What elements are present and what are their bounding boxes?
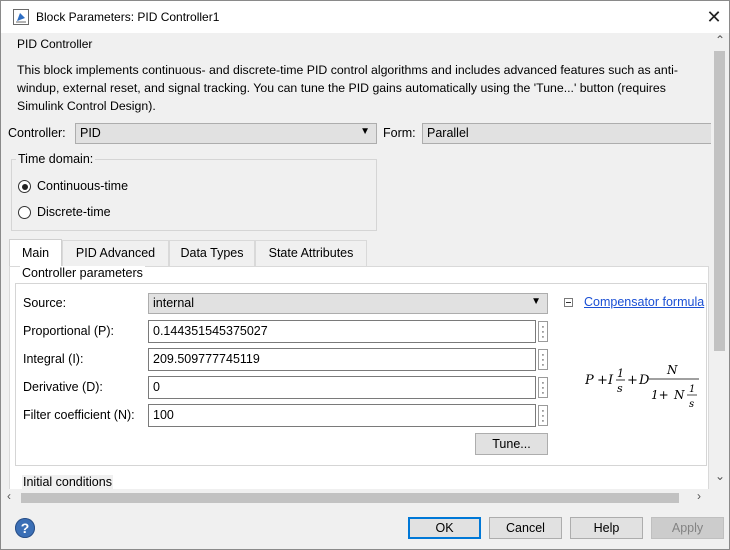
formula-plus: + — [597, 373, 608, 388]
compensator-formula: P + I 1 s + D N 1+ N 1 s — [585, 363, 699, 410]
derivative-field[interactable]: 0 — [148, 376, 536, 399]
source-value: internal — [153, 296, 194, 310]
chevron-down-icon: ▼ — [531, 296, 541, 307]
controller-value: PID — [80, 126, 101, 140]
ok-button[interactable]: OK — [408, 517, 481, 539]
source-label: Source: — [23, 296, 67, 310]
discrete-time-radio[interactable] — [18, 206, 31, 219]
tab-data-types[interactable]: Data Types — [169, 240, 255, 266]
integral-field[interactable]: 209.509777745119 — [148, 348, 536, 371]
proportional-field[interactable]: 0.144351545375027 — [148, 320, 536, 343]
scroll-right-icon[interactable]: › — [697, 489, 701, 503]
filter-coefficient-options-icon[interactable]: · · · — [538, 405, 548, 427]
formula-one-plus: 1+ — [651, 388, 669, 402]
controller-dropdown[interactable]: PID ▼ — [75, 123, 377, 144]
description-line: Simulink Control Design). — [17, 99, 156, 113]
formula-plus-2: + — [627, 373, 638, 388]
filter-coefficient-field[interactable]: 100 — [148, 404, 536, 427]
formula-one: 1 — [617, 367, 624, 380]
tab-pid-advanced[interactable]: PID Advanced — [62, 240, 169, 266]
proportional-label: Proportional (P): — [23, 324, 115, 338]
vertical-scrollbar[interactable]: ⌃ ⌄ — [711, 33, 729, 489]
block-description: This block implements continuous- and di… — [17, 61, 711, 115]
filter-coefficient-label: Filter coefficient (N): — [23, 408, 135, 422]
block-name-label: PID Controller — [17, 37, 93, 51]
discrete-time-label[interactable]: Discrete-time — [37, 205, 111, 219]
proportional-options-icon[interactable]: · · · — [538, 321, 548, 343]
controller-parameters-legend: Controller parameters — [20, 266, 145, 280]
horizontal-scrollbar[interactable]: ‹ › — [1, 489, 711, 506]
derivative-options-icon[interactable]: · · · — [538, 377, 548, 399]
derivative-label: Derivative (D): — [23, 380, 103, 394]
tune-button[interactable]: Tune... — [475, 433, 548, 455]
formula-i: I — [607, 373, 614, 388]
formula-one-2: 1 — [689, 384, 695, 395]
time-domain-legend: Time domain: — [16, 152, 96, 166]
title-bar: Block Parameters: PID Controller1 ✕ — [1, 1, 729, 33]
integral-label: Integral (I): — [23, 352, 84, 366]
close-icon[interactable]: ✕ — [699, 1, 729, 33]
formula-p: P — [585, 373, 594, 388]
description-line: This block implements continuous- and di… — [17, 63, 678, 77]
help-icon[interactable]: ? — [15, 518, 35, 538]
formula-n: N — [666, 363, 678, 377]
time-domain-group — [11, 159, 377, 231]
form-dropdown[interactable]: Parallel — [422, 123, 711, 144]
formula-s-2: s — [689, 399, 694, 410]
initial-conditions-legend: Initial conditions — [22, 475, 113, 489]
continuous-time-label[interactable]: Continuous-time — [37, 179, 128, 193]
tab-main[interactable]: Main — [9, 239, 62, 266]
formula-d: D — [638, 373, 650, 388]
window-title: Block Parameters: PID Controller1 — [36, 10, 220, 24]
formula-s: s — [617, 382, 623, 395]
integral-options-icon[interactable]: · · · — [538, 349, 548, 371]
formula-n-2: N — [673, 388, 685, 402]
compensator-formula-link[interactable]: Compensator formula — [584, 295, 704, 309]
scroll-up-icon[interactable]: ⌃ — [715, 33, 725, 47]
cancel-button[interactable]: Cancel — [489, 517, 562, 539]
form-value: Parallel — [427, 126, 469, 140]
source-dropdown[interactable]: internal ▼ — [148, 293, 548, 314]
description-line: windup, external reset, and signal track… — [17, 81, 666, 95]
controller-label: Controller: — [8, 126, 66, 140]
collapse-icon[interactable] — [564, 298, 573, 307]
help-button[interactable]: Help — [570, 517, 643, 539]
dialog-window: Block Parameters: PID Controller1 ✕ PID … — [0, 0, 730, 550]
vertical-scroll-thumb[interactable] — [714, 51, 725, 351]
form-label: Form: — [383, 126, 416, 140]
simulink-block-icon — [13, 9, 29, 25]
tab-state-attributes[interactable]: State Attributes — [255, 240, 367, 266]
apply-button[interactable]: Apply — [651, 517, 724, 539]
horizontal-scroll-thumb[interactable] — [21, 493, 679, 503]
continuous-time-radio[interactable] — [18, 180, 31, 193]
scroll-down-icon[interactable]: ⌄ — [715, 469, 725, 483]
scroll-left-icon[interactable]: ‹ — [7, 489, 11, 503]
chevron-down-icon: ▼ — [360, 126, 370, 137]
